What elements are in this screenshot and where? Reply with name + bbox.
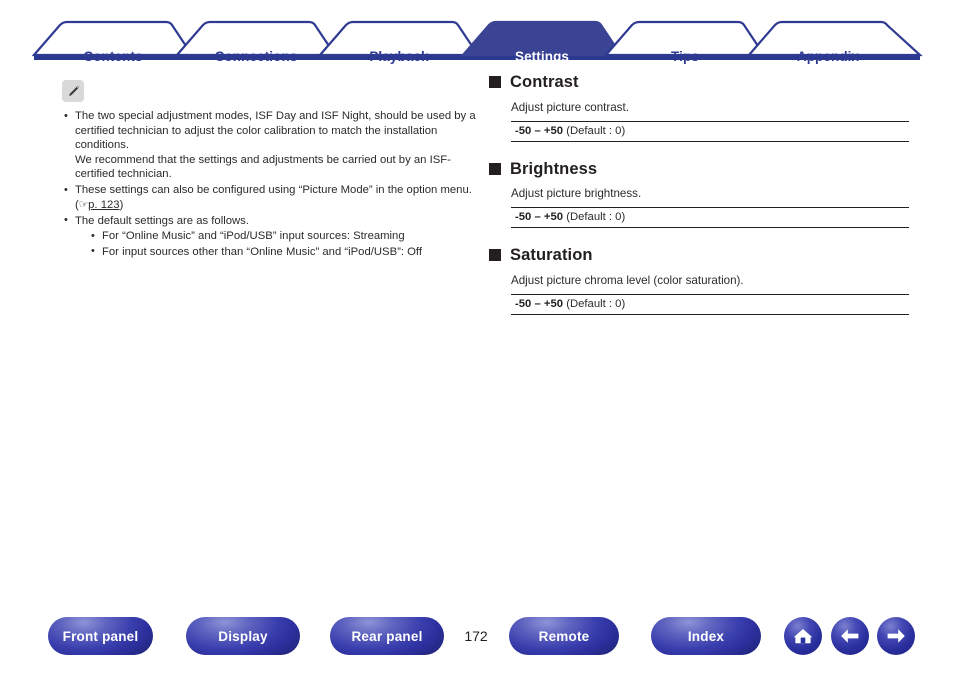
page-number: 172 bbox=[464, 628, 488, 644]
square-bullet-icon bbox=[489, 162, 501, 175]
note-bullet-1: The two special adjustment modes, ISF Da… bbox=[62, 109, 482, 182]
section-contrast-default: (Default : 0) bbox=[566, 124, 626, 137]
footer-navigation: Front panel Display Rear panel 172 Remot… bbox=[0, 617, 954, 659]
back-button[interactable] bbox=[831, 617, 869, 655]
note-bullet-2-text: These settings can also be configured us… bbox=[75, 184, 472, 196]
forward-arrow-icon bbox=[885, 627, 907, 645]
section-saturation-heading: Saturation bbox=[489, 247, 909, 264]
tab-connections[interactable]: Connections bbox=[177, 49, 335, 64]
tab-settings[interactable]: Settings bbox=[463, 49, 621, 64]
section-brightness-description: Adjust picture brightness. bbox=[511, 187, 642, 200]
section-saturation-description: Adjust picture chroma level (color satur… bbox=[511, 273, 744, 287]
note-bullet-3-text: The default settings are as follows. bbox=[75, 214, 249, 227]
section-brightness: Brightness Adjust picture brightness. -5… bbox=[489, 159, 909, 228]
pencil-note-icon bbox=[62, 80, 84, 102]
note-block: The two special adjustment modes, ISF Da… bbox=[62, 80, 482, 262]
section-brightness-title: Brightness bbox=[510, 159, 598, 178]
rear-panel-button[interactable]: Rear panel bbox=[330, 617, 444, 655]
note-sub-bullet-2: For input sources other than “Online Mus… bbox=[88, 244, 482, 261]
front-panel-button[interactable]: Front panel bbox=[48, 617, 153, 655]
display-button[interactable]: Display bbox=[186, 617, 300, 655]
home-button[interactable] bbox=[784, 617, 822, 655]
note-bullet-list: The two special adjustment modes, ISF Da… bbox=[62, 109, 482, 260]
home-icon bbox=[792, 626, 814, 646]
pointing-hand-icon: ☞ bbox=[78, 198, 89, 211]
section-brightness-default: (Default : 0) bbox=[566, 211, 626, 223]
forward-button[interactable] bbox=[877, 617, 915, 655]
back-arrow-icon bbox=[839, 627, 861, 645]
note-bullet-3: The default settings are as follows. For… bbox=[62, 213, 482, 261]
tab-appendix[interactable]: Appendix bbox=[749, 49, 907, 64]
tab-tips[interactable]: Tips bbox=[606, 49, 764, 64]
section-brightness-range: -50 – +50 bbox=[515, 211, 564, 223]
square-bullet-icon bbox=[489, 249, 501, 262]
section-brightness-value-row: -50 – +50 (Default : 0) bbox=[511, 207, 909, 228]
note-sub-bullet-1: For “Online Music” and “iPod/USB” input … bbox=[88, 229, 482, 245]
page-reference-link[interactable]: p. 123 bbox=[88, 199, 119, 211]
main-tab-bar: Contents Connections Playback Settings T… bbox=[0, 18, 954, 64]
section-contrast-heading: Contrast bbox=[489, 74, 909, 91]
section-contrast: Contrast Adjust picture contrast. -50 – … bbox=[489, 74, 909, 142]
section-brightness-heading: Brightness bbox=[489, 159, 909, 178]
remote-button[interactable]: Remote bbox=[509, 617, 619, 655]
note-bullet-1-line1: The two special adjustment modes, ISF Da… bbox=[75, 110, 476, 151]
tab-playback[interactable]: Playback bbox=[320, 49, 478, 64]
section-saturation-value-row: -50 – +50 (Default : 0) bbox=[511, 293, 909, 315]
section-saturation-title: Saturation bbox=[510, 246, 593, 264]
section-saturation: Saturation Adjust picture chroma level (… bbox=[489, 247, 909, 315]
note-bullet-2: These settings can also be configured us… bbox=[62, 183, 482, 212]
note-bullet-1-line2: We recommend that the settings and adjus… bbox=[75, 153, 451, 181]
tab-contents[interactable]: Contents bbox=[34, 49, 192, 64]
square-bullet-icon bbox=[489, 76, 501, 89]
section-saturation-default: (Default : 0) bbox=[566, 297, 626, 310]
section-contrast-title: Contrast bbox=[510, 73, 579, 91]
page-reference[interactable]: (☞p. 123) bbox=[75, 199, 123, 211]
section-contrast-value-row: -50 – +50 (Default : 0) bbox=[511, 120, 909, 142]
section-contrast-range: -50 – +50 bbox=[515, 124, 564, 137]
settings-sections: Contrast Adjust picture contrast. -50 – … bbox=[489, 74, 909, 315]
index-button[interactable]: Index bbox=[651, 617, 761, 655]
note-sub-list: For “Online Music” and “iPod/USB” input … bbox=[75, 229, 482, 260]
section-saturation-range: -50 – +50 bbox=[515, 297, 564, 310]
section-contrast-description: Adjust picture contrast. bbox=[511, 100, 629, 114]
